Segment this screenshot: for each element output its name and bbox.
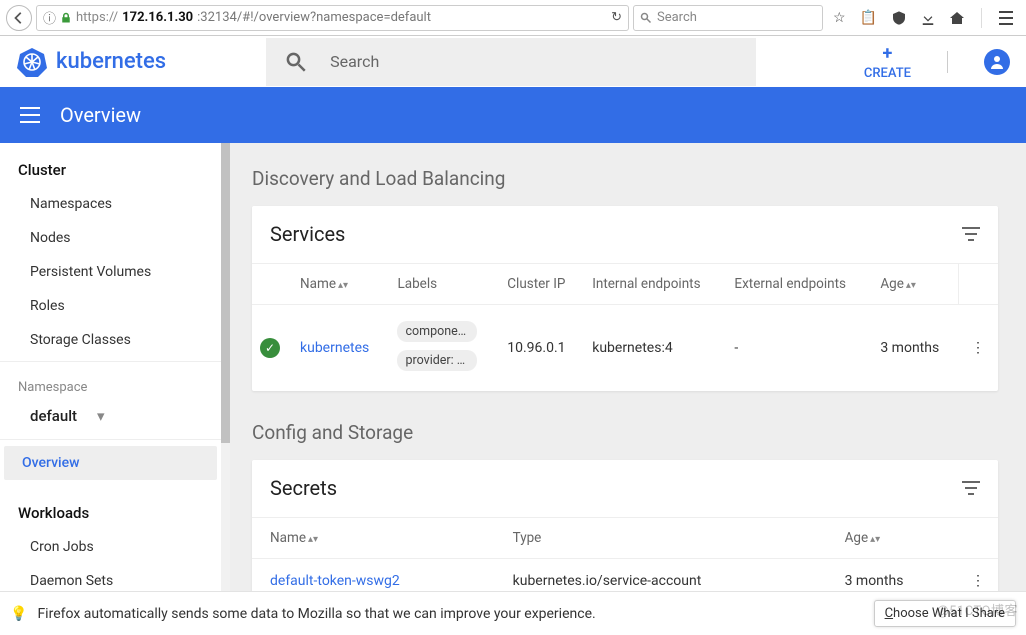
services-table: Name▴▾ Labels Cluster IP Internal endpoi… (252, 263, 998, 391)
sidebar-item-storage-classes[interactable]: Storage Classes (0, 323, 221, 357)
col-internal-endpoints[interactable]: Internal endpoints (584, 264, 726, 305)
url-bar[interactable]: ⓘ https:// 172.16.1.30 :32134/#!/overview?… (36, 5, 629, 31)
chevron-down-icon: ▾ (97, 407, 105, 425)
create-label: CREATE (864, 66, 911, 81)
table-row: ✓ kubernetes component: provider: k… 10.… (252, 305, 998, 392)
sort-icon: ▴▾ (870, 534, 880, 545)
lightbulb-icon: 💡 (10, 606, 27, 622)
row-menu-icon[interactable]: ⋮ (958, 305, 998, 392)
clipboard-icon[interactable]: 📋 (860, 10, 877, 26)
sidebar-item-overview[interactable]: Overview (4, 446, 217, 480)
lock-icon (60, 12, 72, 24)
url-path: :32134/#!/overview?namespace=default (197, 10, 431, 25)
footer-text: Firefox automatically sends some data to… (37, 606, 595, 622)
separator (947, 51, 948, 73)
sidebar-namespace-label: Namespace (0, 366, 221, 399)
choose-share-button[interactable]: Choose What I Share (874, 600, 1016, 627)
plus-icon: + (883, 43, 893, 64)
col-age[interactable]: Age▴▾ (872, 264, 958, 305)
page-title: Overview (60, 103, 141, 127)
browser-action-icons: ☆ 📋 (827, 8, 1020, 28)
app-search[interactable]: Search (266, 38, 756, 86)
create-button[interactable]: + CREATE (864, 43, 911, 81)
kubernetes-logo[interactable]: kubernetes (16, 46, 166, 78)
col-age[interactable]: Age▴▾ (837, 518, 958, 559)
col-type[interactable]: Type (505, 518, 837, 559)
service-extep: - (726, 305, 872, 392)
secrets-title: Secrets (270, 476, 337, 500)
menu-icon[interactable] (998, 11, 1014, 25)
sidebar-section-cluster: Cluster (0, 143, 221, 187)
sidebar-item-roles[interactable]: Roles (0, 289, 221, 323)
sort-icon: ▴▾ (338, 280, 348, 291)
services-card: Services Name▴▾ Labels Cluster IP Intern… (252, 206, 998, 391)
url-host: 172.16.1.30 (122, 10, 193, 25)
label-chip: component: (397, 321, 477, 342)
col-name[interactable]: Name▴▾ (292, 264, 389, 305)
col-labels[interactable]: Labels (389, 264, 499, 305)
section-discovery: Discovery and Load Balancing (252, 159, 998, 206)
sidebar: Cluster Namespaces Nodes Persistent Volu… (0, 143, 221, 600)
col-external-endpoints[interactable]: External endpoints (726, 264, 872, 305)
filter-icon[interactable] (962, 227, 980, 241)
page-toolbar: Overview (0, 87, 1026, 143)
service-age: 3 months (872, 305, 958, 392)
sidebar-item-nodes[interactable]: Nodes (0, 221, 221, 255)
kubernetes-icon (16, 46, 48, 78)
secrets-table: Name▴▾ Type Age▴▾ default-token-wswg2 ku… (252, 517, 998, 600)
col-clusterip[interactable]: Cluster IP (499, 264, 584, 305)
section-config: Config and Storage (252, 413, 998, 460)
pocket-icon[interactable] (891, 10, 907, 26)
url-scheme: https:// (76, 10, 118, 25)
browser-search[interactable]: Search (633, 5, 823, 31)
sidebar-scrollbar[interactable] (221, 143, 230, 600)
namespace-selector[interactable]: default ▾ (0, 399, 221, 440)
brand-text: kubernetes (56, 49, 166, 74)
namespace-value: default (30, 407, 77, 425)
browser-search-placeholder: Search (657, 10, 697, 25)
sidebar-section-workloads: Workloads (0, 486, 221, 530)
info-icon: ⓘ (43, 8, 56, 27)
service-link[interactable]: kubernetes (300, 340, 369, 356)
status-ok-icon: ✓ (260, 338, 280, 358)
secret-link[interactable]: default-token-wswg2 (270, 573, 400, 589)
firefox-infobar: 💡 Firefox automatically sends some data … (0, 591, 1026, 635)
search-icon (286, 52, 306, 72)
secrets-card: Secrets Name▴▾ Type Age▴▾ default-token-… (252, 460, 998, 600)
main-content: Discovery and Load Balancing Services Na… (230, 143, 1026, 600)
home-icon[interactable] (949, 10, 965, 26)
star-icon[interactable]: ☆ (833, 10, 846, 26)
col-name[interactable]: Name▴▾ (252, 518, 505, 559)
sidebar-item-cron-jobs[interactable]: Cron Jobs (0, 530, 221, 564)
service-clusterip: 10.96.0.1 (499, 305, 584, 392)
sort-icon: ▴▾ (906, 280, 916, 291)
app-header: kubernetes Search + CREATE (0, 36, 1026, 87)
user-icon[interactable] (984, 49, 1010, 75)
app-search-placeholder: Search (330, 52, 379, 71)
label-chip: provider: k… (397, 350, 477, 371)
search-icon (640, 12, 652, 24)
reload-icon[interactable]: ↻ (611, 10, 622, 25)
sort-icon: ▴▾ (308, 534, 318, 545)
sidebar-item-namespaces[interactable]: Namespaces (0, 187, 221, 221)
browser-toolbar: ⓘ https:// 172.16.1.30 :32134/#!/overview?… (0, 0, 1026, 36)
service-labels: component: provider: k… (389, 305, 499, 392)
hamburger-icon[interactable] (20, 107, 40, 123)
download-icon[interactable] (921, 11, 935, 25)
sidebar-item-persistent-volumes[interactable]: Persistent Volumes (0, 255, 221, 289)
services-title: Services (270, 222, 345, 246)
back-button[interactable] (6, 5, 32, 31)
filter-icon[interactable] (962, 481, 980, 495)
service-intep: kubernetes:4 (584, 305, 726, 392)
